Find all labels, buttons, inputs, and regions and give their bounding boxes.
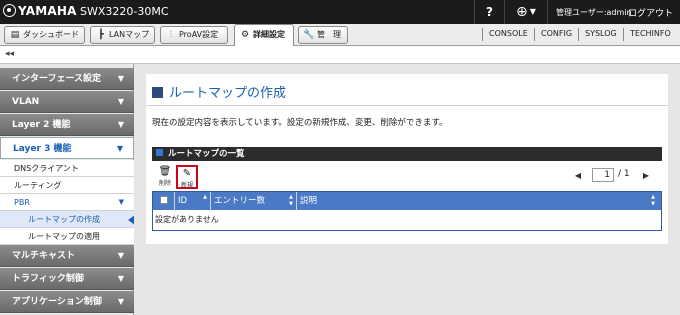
dashboard-icon: ▤ xyxy=(10,30,20,40)
console-link[interactable]: CONSOLE xyxy=(489,29,528,38)
chevron-down-icon: ▼ xyxy=(117,251,124,260)
collapse-sidebar-icon[interactable]: ◂◂ xyxy=(5,49,14,59)
sidebar-group-interface[interactable]: インターフェース設定 ▼ xyxy=(0,68,134,90)
techinfo-link[interactable]: TECHINFO xyxy=(630,29,671,38)
chevron-down-icon: ▼ xyxy=(529,7,536,16)
yamaha-logo: YAMAHA xyxy=(3,4,77,18)
chevron-down-icon: ▼ xyxy=(117,274,124,283)
page-icon xyxy=(152,87,163,98)
config-link[interactable]: CONFIG xyxy=(541,29,572,38)
chevron-down-icon: ▼ xyxy=(118,198,124,206)
yamaha-mark-icon xyxy=(3,4,16,17)
pagination: ◀ 1 / 1 ▶ xyxy=(572,168,652,184)
table-header: ID ▲ エントリー数 ▲ ▼ 説明 ▲ ▼ xyxy=(153,192,661,210)
tab-proav-settings[interactable]: ⫶ ProAV設定 xyxy=(160,26,228,44)
sidebar-item-create-route-map[interactable]: ルートマップの作成 xyxy=(0,211,135,228)
tab-advanced-settings[interactable]: ⚙ 詳細設定 xyxy=(234,24,294,46)
chevron-down-icon: ▼ xyxy=(117,97,124,106)
sidebar-item-routing[interactable]: ルーティング xyxy=(0,177,134,194)
prev-page-icon[interactable]: ◀ xyxy=(572,170,584,182)
select-all-checkbox[interactable] xyxy=(160,196,168,204)
column-header-entry-count[interactable]: エントリー数 ▲ ▼ xyxy=(211,192,297,210)
sidebar-item-pbr[interactable]: PBR ▼ xyxy=(0,194,134,211)
logout-link[interactable]: ログアウト xyxy=(628,6,673,19)
page-number-input[interactable]: 1 xyxy=(592,168,614,182)
separator xyxy=(482,28,483,41)
separator xyxy=(578,28,579,41)
sidebar-group-layer2[interactable]: Layer 2 機能 ▼ xyxy=(0,114,134,136)
language-menu-button[interactable]: ⊕ ▼ xyxy=(504,0,548,24)
sidebar-group-vlan[interactable]: VLAN ▼ xyxy=(0,91,134,113)
lanmap-icon: ┣ xyxy=(98,30,104,40)
page-title: ルートマップの作成 xyxy=(152,82,286,101)
edit-icon: ✎ xyxy=(182,168,192,179)
sidebar-collapse-row: ◂◂ xyxy=(0,47,680,64)
sidebar-group-traffic-control[interactable]: トラフィック制御 ▼ xyxy=(0,268,134,290)
sort-asc-icon: ▲ xyxy=(203,194,207,200)
separator xyxy=(534,28,535,41)
gear-icon: ⚙ xyxy=(240,30,250,40)
main-content: ルートマップの作成 現在の設定内容を表示しています。設定の新規作成、変更、削除が… xyxy=(134,64,680,315)
sidebar-group-multicast[interactable]: マルチキャスト ▼ xyxy=(0,245,134,267)
sidebar-group-application-control[interactable]: アプリケーション制御 ▼ xyxy=(0,291,134,313)
wrench-icon: 🔧 xyxy=(303,30,315,40)
divider xyxy=(146,105,668,106)
delete-button[interactable]: 🗑 削除 xyxy=(154,165,176,189)
column-header-description[interactable]: 説明 ▲ ▼ xyxy=(297,192,661,210)
chevron-down-icon: ▼ xyxy=(117,74,124,83)
page-description: 現在の設定内容を表示しています。設定の新規作成、変更、削除ができます。 xyxy=(152,118,448,128)
globe-icon: ⊕ xyxy=(516,4,528,20)
current-user-label: 管理ユーザー:admin xyxy=(556,8,632,17)
table-empty-row: 設定がありません xyxy=(153,210,661,230)
brand-name: YAMAHA xyxy=(18,4,77,18)
chevron-down-icon: ▼ xyxy=(117,297,124,306)
sidebar-item-dns-client[interactable]: DNSクライアント xyxy=(0,160,134,177)
main-tab-bar: ▤ ダッシュボード ┣ LANマップ ⫶ ProAV設定 ⚙ 詳細設定 🔧 管 理 CON… xyxy=(0,24,680,46)
sliders-icon: ⫶ xyxy=(169,30,173,40)
sidebar-item-apply-route-map[interactable]: ルートマップの適用 xyxy=(0,228,134,245)
list-section-header: ルートマップの一覧 xyxy=(152,147,662,161)
next-page-icon[interactable]: ▶ xyxy=(640,170,652,182)
column-header-id[interactable]: ID ▲ xyxy=(175,192,211,210)
select-all-checkbox-cell xyxy=(153,192,175,210)
chevron-down-icon: ▼ xyxy=(116,144,123,153)
section-marker-icon xyxy=(156,149,163,156)
tab-management[interactable]: 🔧 管 理 xyxy=(298,26,348,44)
sort-icon: ▲ ▼ xyxy=(651,194,655,207)
trash-icon: 🗑 xyxy=(158,166,172,177)
tab-dashboard[interactable]: ▤ ダッシュボード xyxy=(4,26,85,44)
content-panel: ルートマップの作成 現在の設定内容を表示しています。設定の新規作成、変更、削除が… xyxy=(146,74,668,244)
separator xyxy=(623,28,624,41)
tab-lan-map[interactable]: ┣ LANマップ xyxy=(90,26,155,44)
syslog-link[interactable]: SYSLOG xyxy=(585,29,617,38)
top-bar: YAMAHA SWX3220-30MC ? ⊕ ▼ 管理ユーザー:admin ログ… xyxy=(0,0,680,24)
sort-icon: ▲ ▼ xyxy=(289,194,293,207)
sidebar-group-layer3[interactable]: Layer 3 機能 ▼ xyxy=(0,137,134,159)
help-button[interactable]: ? xyxy=(474,0,504,24)
route-map-table: ID ▲ エントリー数 ▲ ▼ 説明 ▲ ▼ 設定がありません xyxy=(152,191,662,231)
chevron-down-icon: ▼ xyxy=(117,120,124,129)
device-model: SWX3220-30MC xyxy=(80,5,169,18)
sidebar: インターフェース設定 ▼ VLAN ▼ Layer 2 機能 ▼ Layer 3 機能… xyxy=(0,64,135,315)
page-total: / 1 xyxy=(618,169,630,179)
new-button[interactable]: ✎ 新規 xyxy=(176,165,198,189)
